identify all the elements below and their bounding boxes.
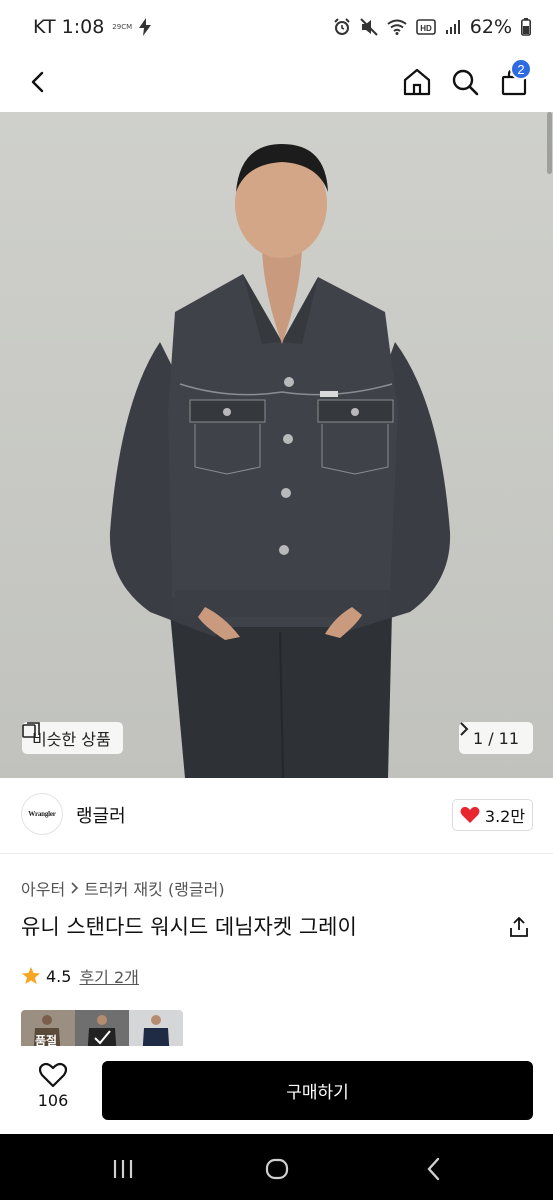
home-icon [403,68,431,96]
battery-percent: 62% [469,16,512,38]
alarm-icon [334,18,350,35]
svg-text:HD: HD [420,24,432,33]
star-icon [22,967,40,984]
image-counter-text: 1 / 11 [472,728,520,748]
status-right: HD 62% [333,16,531,38]
chevron-right-icon [460,722,469,736]
status-carrier-time: KT 1:08 [33,16,105,38]
heart-outline-icon [39,1062,67,1088]
home-button[interactable] [397,62,437,102]
heart-icon [460,806,480,823]
chevron-right-icon [71,882,79,894]
color-options: 품절 [21,1010,183,1046]
top-nav: 2 [0,54,553,112]
scroll-indicator [547,112,552,174]
mute-icon [360,18,378,36]
share-icon [510,916,528,937]
system-back-button[interactable] [418,1154,448,1184]
search-icon [452,69,479,96]
recent-apps-button[interactable] [108,1154,138,1184]
breadcrumb-item-outer[interactable]: 아우터 [21,876,65,900]
image-page-counter[interactable]: 1 / 11 [459,722,533,754]
similar-items-icon [22,722,40,738]
color-option-thumb[interactable] [129,1010,183,1046]
status-bar: KT 1:08 29CM HD 62% [0,0,553,54]
back-arrow-icon [31,71,44,93]
battery-icon [521,18,531,36]
review-count-link[interactable]: 후기 2개 [79,964,138,988]
lightning-icon [139,18,152,36]
wifi-icon [387,19,407,35]
brand-logo[interactable]: Wrangler [21,793,63,835]
home-circle-icon [265,1158,289,1180]
rating-value: 4.5 [46,966,72,986]
brand-name-link[interactable]: 랭글러 [76,802,126,828]
thumb-photo [142,1015,170,1046]
thumb-photo [87,1015,117,1046]
similar-items-button[interactable]: 비슷한 상품 [22,722,123,754]
signal-icon [445,20,460,34]
brand-logo-text: Wrangler [28,810,56,818]
back-button[interactable] [18,62,58,102]
rating-row: 4.5 후기 2개 [21,964,139,988]
status-left: KT 1:08 29CM [33,16,152,38]
wishlist-button[interactable]: 106 [22,1062,84,1120]
similar-items-label: 비슷한 상품 [32,730,111,749]
system-back-icon [427,1157,440,1181]
search-button[interactable] [445,62,485,102]
color-option-thumb[interactable]: 품절 [21,1010,75,1046]
hd-icon: HD [415,19,436,35]
product-photo [109,144,451,778]
status-small-label: 29CM [112,23,133,31]
brand-like-count: 3.2만 [484,807,526,826]
cart-count-badge: 2 [510,58,532,80]
breadcrumb-item-trucker[interactable]: 트러커 재킷 (랭글러) [84,876,224,900]
share-button[interactable] [505,913,533,941]
purchase-bar: 106 구매하기 [0,1046,553,1134]
color-option-thumb[interactable] [75,1010,129,1046]
breadcrumb: 아우터 트러커 재킷 (랭글러) [21,876,225,900]
buy-button[interactable]: 구매하기 [102,1061,533,1120]
brand-like-button[interactable]: 3.2만 [452,799,533,831]
system-navigation-bar [0,1134,553,1200]
recent-apps-icon [113,1160,133,1178]
wishlist-count: 106 [37,1091,69,1110]
sold-out-label: 품절 [35,1034,58,1046]
system-home-button[interactable] [262,1154,292,1184]
product-title: 유니 스탠다드 워시드 데님자켓 그레이 [21,915,357,939]
product-image-gallery[interactable]: 비슷한 상품 1 / 11 [0,112,553,778]
brand-row: Wrangler 랭글러 3.2만 [0,778,553,854]
